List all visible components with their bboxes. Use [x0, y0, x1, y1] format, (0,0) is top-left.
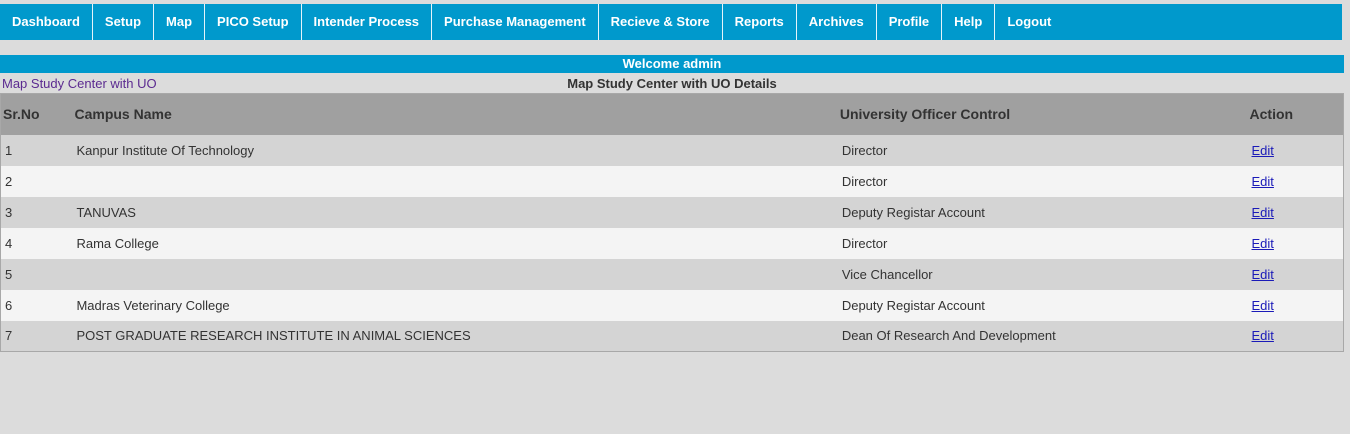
cell-university-officer: Director [837, 165, 1248, 197]
table-row: 1 Kanpur Institute Of Technology Directo… [0, 134, 1344, 166]
nav-help[interactable]: Help [942, 4, 996, 40]
cell-action: Edit [1247, 165, 1344, 197]
nav-purchase-management[interactable]: Purchase Management [432, 4, 599, 40]
table-row: 7 POST GRADUATE RESEARCH INSTITUTE IN AN… [0, 320, 1344, 352]
nav-intender-process[interactable]: Intender Process [302, 4, 433, 40]
cell-sr-no: 2 [0, 165, 73, 197]
cell-university-officer: Deputy Registar Account [837, 289, 1248, 321]
cell-action: Edit [1247, 320, 1344, 352]
cell-campus-name: Madras Veterinary College [72, 289, 838, 321]
cell-university-officer: Vice Chancellor [837, 258, 1248, 290]
table-header-row: Sr.No Campus Name University Officer Con… [0, 93, 1344, 135]
table-row: 6 Madras Veterinary College Deputy Regis… [0, 289, 1344, 321]
nav-pico-setup[interactable]: PICO Setup [205, 4, 302, 40]
nav-archives[interactable]: Archives [797, 4, 877, 40]
edit-link[interactable]: Edit [1252, 143, 1274, 158]
edit-link[interactable]: Edit [1252, 205, 1274, 220]
nav-reports[interactable]: Reports [723, 4, 797, 40]
table-row: 3 TANUVAS Deputy Registar Account Edit [0, 196, 1344, 228]
table-row: 4 Rama College Director Edit [0, 227, 1344, 259]
header-campus-name: Campus Name [72, 93, 838, 135]
nav-setup[interactable]: Setup [93, 4, 155, 40]
header-action: Action [1247, 93, 1344, 135]
nav-profile[interactable]: Profile [877, 4, 943, 40]
cell-campus-name: Rama College [72, 227, 838, 259]
cell-action: Edit [1247, 196, 1344, 228]
cell-campus-name: Kanpur Institute Of Technology [72, 134, 838, 166]
nav-map[interactable]: Map [154, 4, 206, 40]
cell-sr-no: 1 [0, 134, 73, 166]
table-row: 2 Director Edit [0, 165, 1344, 197]
cell-action: Edit [1247, 258, 1344, 290]
cell-campus-name [72, 258, 838, 290]
edit-link[interactable]: Edit [1252, 174, 1274, 189]
cell-sr-no: 4 [0, 227, 73, 259]
cell-campus-name [72, 165, 838, 197]
section-title: Map Study Center with UO Details [567, 76, 777, 91]
cell-university-officer: Director [837, 134, 1248, 166]
cell-university-officer: Director [837, 227, 1248, 259]
study-center-table: Sr.No Campus Name University Officer Con… [0, 93, 1344, 352]
cell-university-officer: Dean Of Research And Development [837, 320, 1248, 352]
section-header: Map Study Center with UO Details Map Stu… [0, 74, 1344, 93]
cell-action: Edit [1247, 227, 1344, 259]
edit-link[interactable]: Edit [1252, 298, 1274, 313]
edit-link[interactable]: Edit [1252, 267, 1274, 282]
nav-dashboard[interactable]: Dashboard [0, 4, 93, 40]
cell-action: Edit [1247, 134, 1344, 166]
cell-campus-name: POST GRADUATE RESEARCH INSTITUTE IN ANIM… [72, 320, 838, 352]
cell-sr-no: 6 [0, 289, 73, 321]
cell-university-officer: Deputy Registar Account [837, 196, 1248, 228]
header-university-officer: University Officer Control [837, 93, 1248, 135]
welcome-banner: Welcome admin [0, 55, 1344, 73]
edit-link[interactable]: Edit [1252, 328, 1274, 343]
nav-recieve-store[interactable]: Recieve & Store [599, 4, 723, 40]
table-row: 5 Vice Chancellor Edit [0, 258, 1344, 290]
cell-sr-no: 5 [0, 258, 73, 290]
nav-logout[interactable]: Logout [995, 4, 1063, 40]
main-nav: Dashboard Setup Map PICO Setup Intender … [0, 4, 1342, 40]
map-study-center-link[interactable]: Map Study Center with UO [2, 76, 157, 91]
cell-sr-no: 7 [0, 320, 73, 352]
edit-link[interactable]: Edit [1252, 236, 1274, 251]
cell-sr-no: 3 [0, 196, 73, 228]
cell-action: Edit [1247, 289, 1344, 321]
cell-campus-name: TANUVAS [72, 196, 838, 228]
header-sr-no: Sr.No [0, 93, 73, 135]
